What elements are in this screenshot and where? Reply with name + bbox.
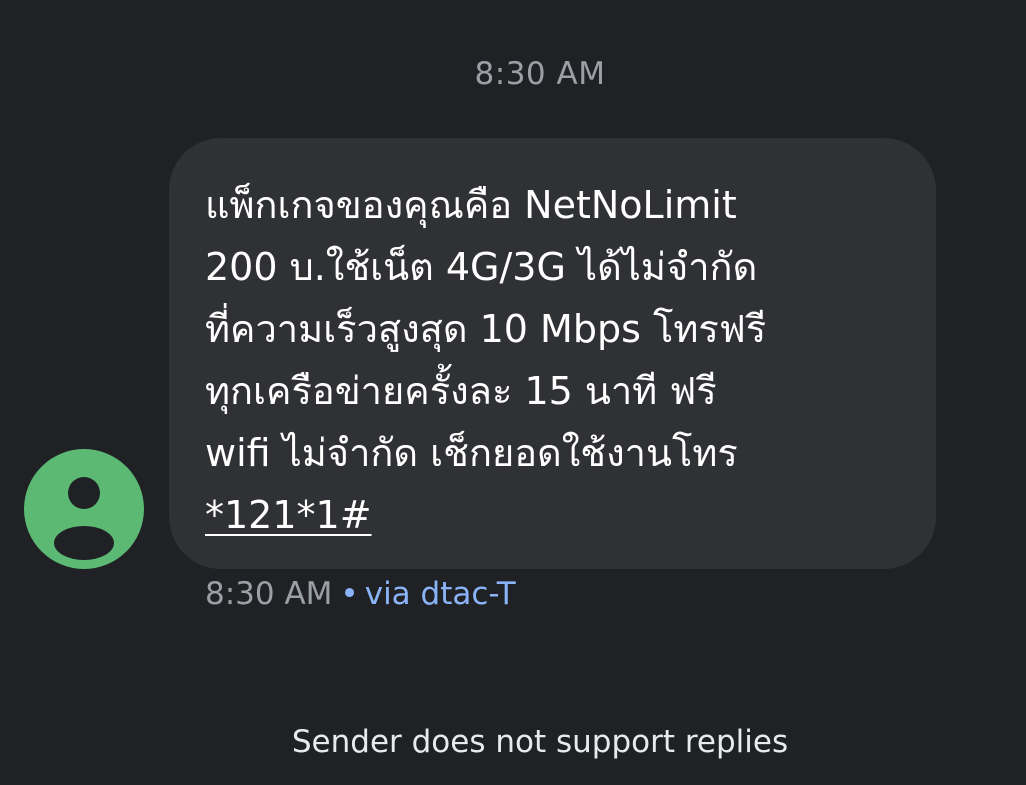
person-icon bbox=[54, 477, 114, 560]
message-time: 8:30 AM bbox=[205, 576, 333, 612]
message-meta: 8:30 AM • via dtac-T bbox=[205, 576, 516, 612]
ussd-code-link[interactable]: *121*1# bbox=[205, 493, 372, 537]
conversation-timestamp: 8:30 AM bbox=[474, 56, 606, 92]
message-text: แพ็กเกจของคุณคือ NetNoLimit 200 บ.ใช้เน็… bbox=[205, 183, 767, 475]
sim-carrier-label: via dtac-T bbox=[364, 576, 516, 612]
message-bubble[interactable]: แพ็กเกจของคุณคือ NetNoLimit 200 บ.ใช้เน็… bbox=[169, 138, 936, 569]
sender-avatar[interactable] bbox=[24, 449, 144, 569]
message-body: แพ็กเกจของคุณคือ NetNoLimit 200 บ.ใช้เน็… bbox=[205, 174, 902, 546]
no-reply-notice: Sender does not support replies bbox=[291, 724, 789, 760]
meta-separator: • bbox=[340, 576, 359, 612]
message-thread: 8:30 AM แพ็กเกจของคุณคือ NetNoLimit 200 … bbox=[0, 0, 1026, 785]
